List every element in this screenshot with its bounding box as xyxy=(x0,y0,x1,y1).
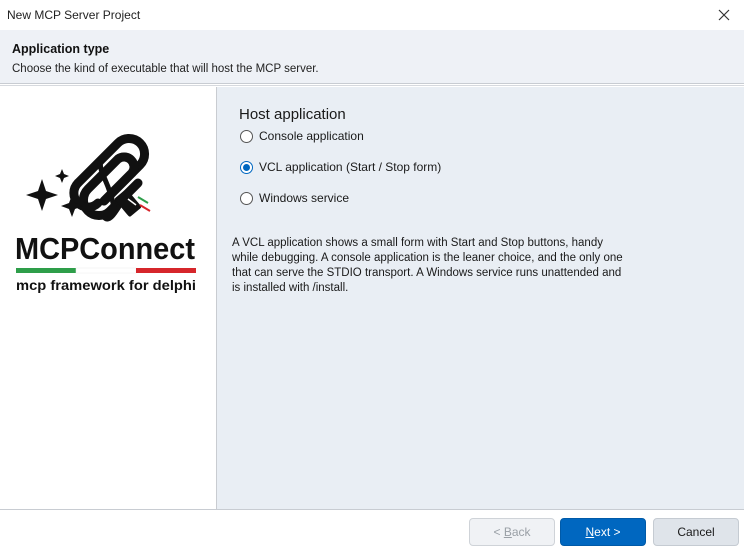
brand-name: MCPConnect xyxy=(15,231,195,266)
close-icon xyxy=(718,9,730,21)
title-bar: New MCP Server Project xyxy=(0,0,744,30)
mcpconnect-logo: MCPConnect mcp framework for delphi xyxy=(15,133,196,293)
next-button-rest: ext > xyxy=(594,525,621,539)
radio-vcl-application[interactable]: VCL application (Start / Stop form) xyxy=(240,160,441,174)
radio-label: Console application xyxy=(259,129,364,143)
brand-tagline: mcp framework for delphi xyxy=(16,277,196,293)
back-button-prefix: < xyxy=(493,525,504,539)
back-button-mnemonic: B xyxy=(503,525,512,539)
options-panel: Host application Console application VCL… xyxy=(217,87,744,509)
page-subtitle: Choose the kind of executable that will … xyxy=(12,63,319,75)
wizard-header: Application type Choose the kind of exec… xyxy=(0,30,744,84)
radio-button[interactable] xyxy=(240,129,253,143)
logo-panel: MCPConnect mcp framework for delphi xyxy=(0,87,217,509)
next-button-mnemonic: N xyxy=(585,525,595,539)
close-button[interactable] xyxy=(704,0,744,30)
radio-windows-service[interactable]: Windows service xyxy=(240,191,349,205)
option-description: A VCL application shows a small form wit… xyxy=(232,237,623,294)
radio-button[interactable] xyxy=(240,191,253,205)
page-title: Application type xyxy=(12,42,110,56)
header-divider xyxy=(0,85,744,86)
cancel-button[interactable]: Cancel xyxy=(653,518,739,546)
wizard-footer: < Back Next > Cancel xyxy=(0,509,744,555)
radio-label: VCL application (Start / Stop form) xyxy=(259,160,442,174)
window-title: New MCP Server Project xyxy=(7,8,141,22)
host-group-title: Host application xyxy=(239,106,346,123)
radio-console-application[interactable]: Console application xyxy=(240,129,364,143)
back-button-rest: ack xyxy=(511,525,531,539)
back-button[interactable]: < Back xyxy=(469,518,555,546)
next-button[interactable]: Next > xyxy=(560,518,646,546)
radio-label: Windows service xyxy=(259,191,350,205)
italian-flag-stripe xyxy=(16,267,196,274)
radio-button-selected[interactable] xyxy=(240,160,253,174)
